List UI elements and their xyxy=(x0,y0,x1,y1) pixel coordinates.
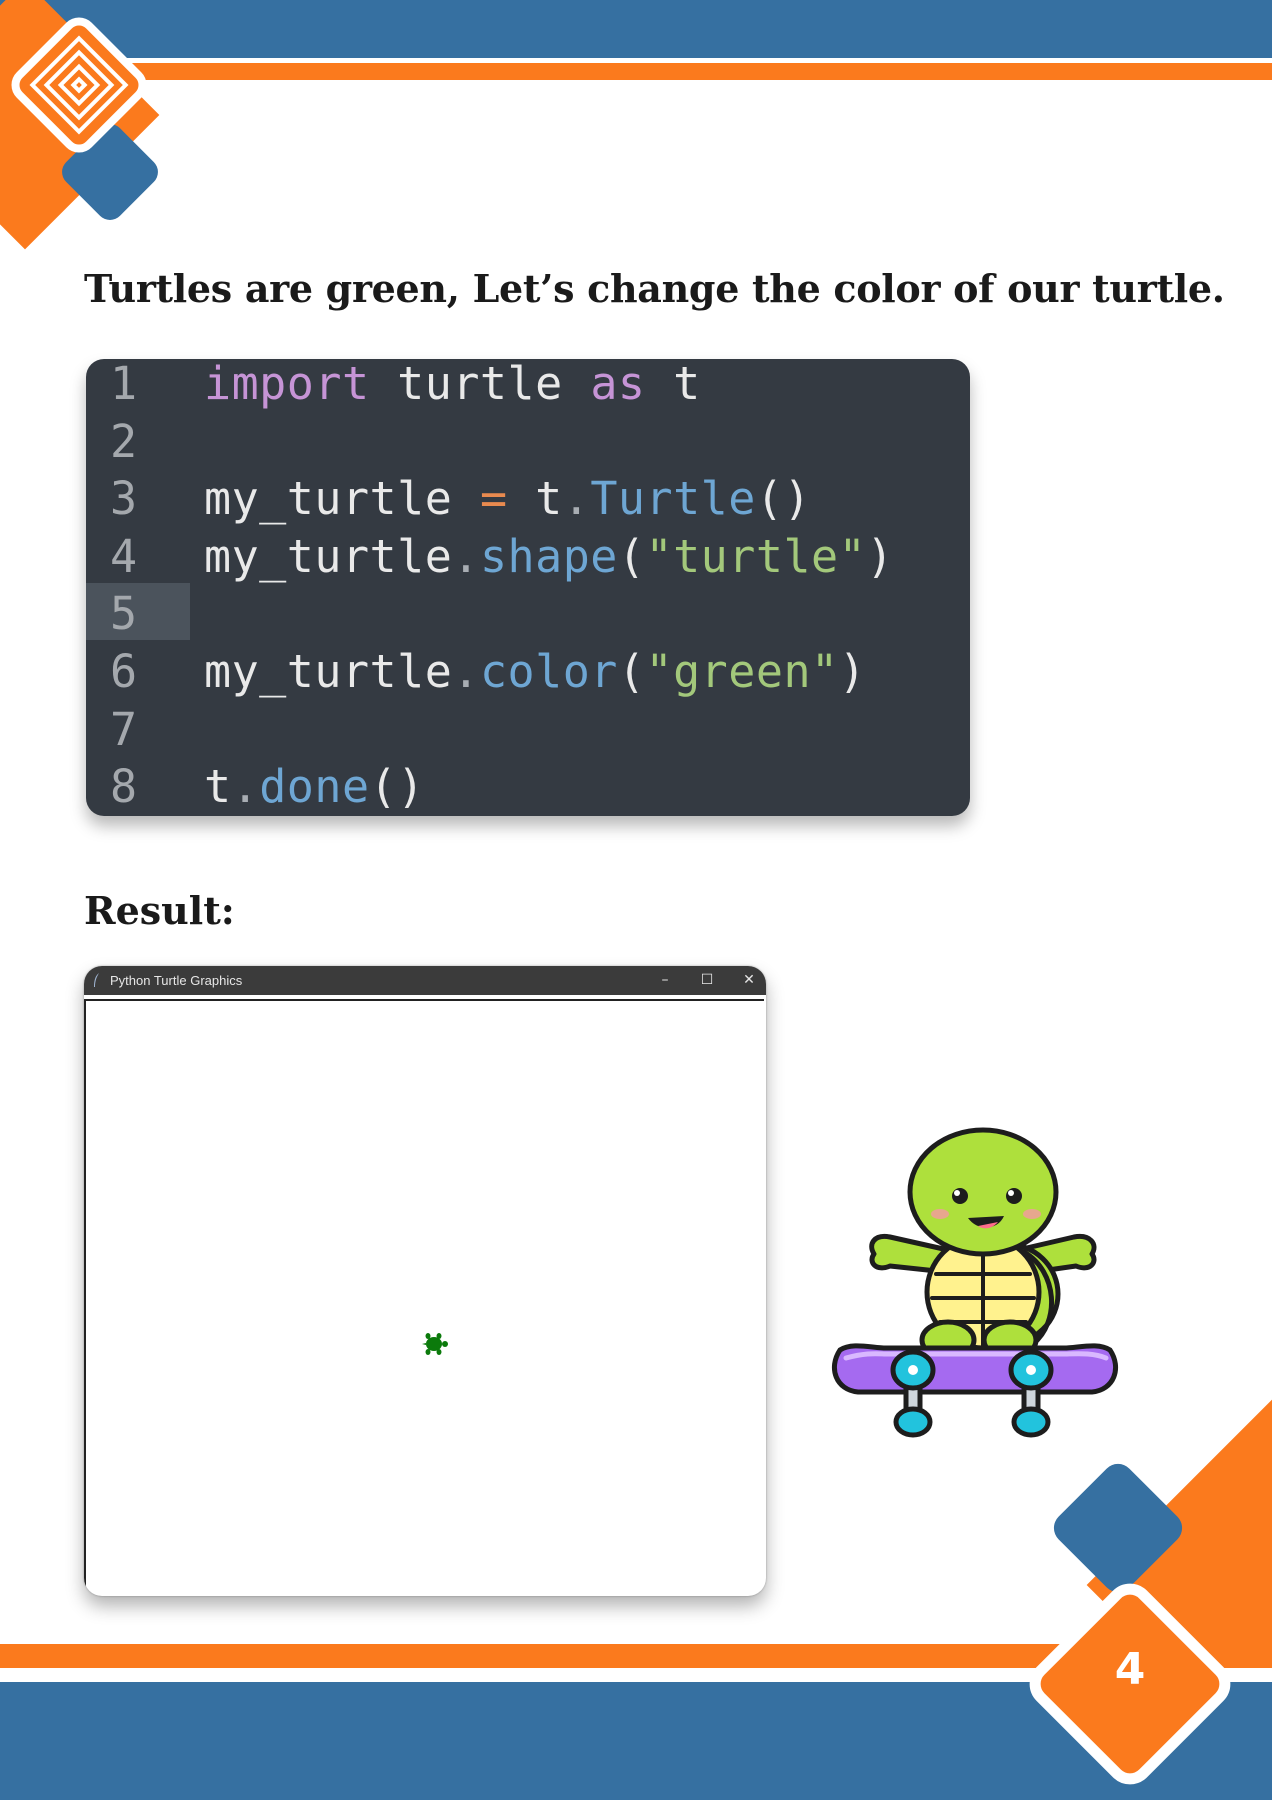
code-token: ( xyxy=(617,645,646,698)
code-block: 1 import turtle as t 2 3 my_turtle = t.Turtl… xyxy=(86,359,970,816)
code-token: shape xyxy=(479,529,618,583)
window-title: Python Turtle Graphics xyxy=(110,973,243,988)
line-number: 7 xyxy=(110,702,138,756)
minimize-button[interactable]: – xyxy=(650,966,680,995)
code-token: Turtle xyxy=(590,472,756,526)
current-line-highlight xyxy=(86,583,190,640)
code-text: my_turtle.shape("turtle") xyxy=(204,528,894,586)
code-token: as xyxy=(590,359,646,410)
code-token: import xyxy=(204,359,370,410)
code-text: my_turtle.color("green") xyxy=(204,643,866,701)
skateboarding-turtle-illustration xyxy=(831,1127,1119,1438)
code-token: t xyxy=(507,472,563,526)
code-text: t.done() xyxy=(204,758,425,816)
line-number: 4 xyxy=(110,529,138,583)
page-number: 4 xyxy=(1114,1644,1146,1695)
code-token: my_turtle xyxy=(204,645,453,698)
code-token: my_turtle xyxy=(204,529,453,583)
close-button[interactable]: ✕ xyxy=(734,966,764,995)
turtle-graphics-window: Python Turtle Graphics – ☐ ✕ xyxy=(84,966,766,1596)
code-token: turtle xyxy=(369,359,591,410)
code-token: ( xyxy=(617,529,646,583)
code-token: "turtle" xyxy=(645,529,867,583)
code-token: my_turtle xyxy=(204,472,480,526)
code-text: import turtle as t xyxy=(204,359,701,413)
code-token: done xyxy=(259,760,370,814)
code-token: () xyxy=(755,472,812,526)
code-token: . xyxy=(231,760,260,814)
line-number: 2 xyxy=(110,414,138,468)
code-token: . xyxy=(562,472,591,526)
code-token: . xyxy=(452,645,480,698)
window-title-bar[interactable]: Python Turtle Graphics – ☐ ✕ xyxy=(84,966,766,995)
result-label: Result: xyxy=(84,888,235,933)
code-token: () xyxy=(369,760,425,814)
line-number: 8 xyxy=(110,760,138,814)
line-number: 5 xyxy=(110,587,138,641)
turtle-canvas xyxy=(84,999,764,1595)
line-number: 6 xyxy=(110,645,138,698)
maximize-button[interactable]: ☐ xyxy=(692,966,722,995)
line-number: 3 xyxy=(110,472,138,526)
code-token: t xyxy=(204,760,232,814)
code-text: my_turtle = t.Turtle() xyxy=(204,470,811,528)
code-token: ) xyxy=(838,645,867,698)
top-blue-band xyxy=(0,0,1272,58)
code-token: = xyxy=(479,472,508,526)
code-token: color xyxy=(479,645,618,698)
page-heading: Turtles are green, Let’s change the colo… xyxy=(84,266,1225,311)
top-orange-band xyxy=(0,63,1272,80)
code-token: "green" xyxy=(645,645,839,698)
code-token: . xyxy=(452,529,480,583)
line-number: 1 xyxy=(110,359,138,410)
code-token: ) xyxy=(866,529,894,583)
code-token: t xyxy=(645,359,701,410)
feather-icon xyxy=(94,973,99,987)
turtle-icon xyxy=(422,1333,448,1355)
